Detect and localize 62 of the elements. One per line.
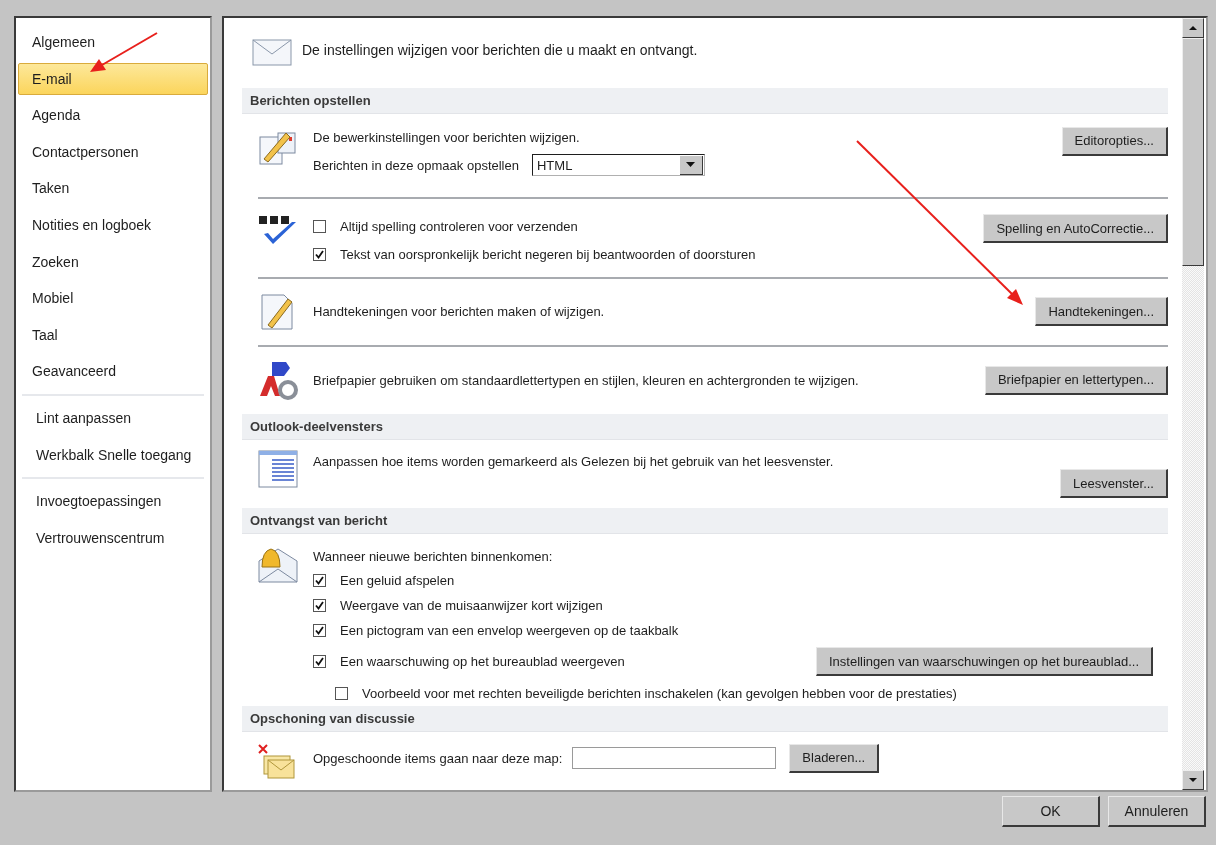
scroll-thumb[interactable]	[1182, 38, 1204, 266]
options-button[interactable]: Spelling en AutoCorrectie...	[983, 214, 1168, 244]
options-button[interactable]: Editoropties...	[1061, 126, 1168, 156]
folder-label: Opgeschoonde items gaan naar deze map:	[313, 750, 563, 766]
checkbox-label: Voorbeeld voor met rechten beveiligde berichten inschakelen (kan gevolgen hebben voor de prestaties)	[362, 685, 957, 701]
checkbox-label: Een geluid afspelen	[340, 572, 455, 588]
checkbox[interactable]	[313, 655, 326, 669]
sidebar-item[interactable]: Taal	[18, 318, 208, 351]
description-text: Aanpassen hoe items worden gemarkeerd als Gelezen bij het gebruik van het leesvenster.	[313, 453, 834, 469]
sidebar-item[interactable]: Zoeken	[18, 245, 208, 278]
sidebar-item[interactable]: Algemeen	[18, 26, 208, 58]
format-dropdown[interactable]: HTML	[531, 154, 705, 177]
up-arrow-icon	[1189, 26, 1197, 30]
description-text: Wanneer nieuwe berichten binnenkomen:	[313, 548, 553, 564]
checkbox-label: Tekst van oorspronkelijk bericht negeren bij beantwoorden of doorsturen	[340, 246, 756, 262]
dialog-button[interactable]: OK	[1002, 796, 1100, 827]
reading-pane-icon	[258, 450, 298, 489]
bell-envelope-icon	[258, 545, 298, 584]
checkbox[interactable]	[313, 219, 326, 233]
sidebar-item[interactable]: Notities en logboek	[18, 208, 208, 241]
checkbox[interactable]	[313, 247, 326, 261]
checkbox-label: Een pictogram van een envelop weergeven op de taakbalk	[340, 622, 679, 638]
scrollbar[interactable]	[1182, 18, 1204, 790]
checkbox[interactable]	[313, 598, 326, 612]
sidebar-item[interactable]: Invoegtoepassingen	[22, 485, 204, 518]
folder-input[interactable]	[572, 747, 777, 770]
sidebar-item[interactable]: Mobiel	[18, 282, 208, 315]
font-styles-icon	[258, 360, 298, 401]
checkbox[interactable]	[313, 573, 326, 587]
sidebar-item[interactable]: Lint aanpassen	[22, 401, 204, 434]
dropdown-arrow-icon	[686, 162, 696, 168]
scroll-down-button[interactable]	[1182, 770, 1204, 790]
options-button[interactable]: Briefpapier en lettertypen...	[984, 365, 1168, 395]
checkbox[interactable]	[313, 623, 326, 637]
format-label: Berichten in deze opmaak opstellen	[313, 157, 519, 173]
section-header: Outlook-deelvensters	[242, 414, 1168, 441]
sidebar-item[interactable]: Werkbalk Snelle toegang	[22, 438, 204, 471]
down-arrow-icon	[1189, 778, 1197, 782]
browse-button[interactable]: Bladeren...	[789, 743, 880, 773]
section-header: Opschoning van discussie	[242, 705, 1168, 732]
sidebar-item[interactable]: Contactpersonen	[18, 135, 208, 168]
checkbox[interactable]	[335, 686, 348, 700]
envelope-stack-icon	[258, 743, 298, 782]
sidebar-item[interactable]: Taken	[18, 172, 208, 205]
options-button[interactable]: Leesvenster...	[1060, 469, 1168, 499]
intro-text: De instellingen wijzigen voor berichten die u maakt en ontvangt.	[302, 41, 698, 58]
sidebar-item[interactable]: E-mail	[18, 62, 208, 95]
options-button[interactable]: Handtekeningen...	[1035, 297, 1168, 327]
description-text: Briefpapier gebruiken om standaardlettertypen en stijlen, kleuren en achtergronden te wijzigen.	[313, 372, 859, 388]
dialog-button[interactable]: Annuleren	[1108, 796, 1206, 827]
checkbox-label: Altijd spelling controleren voor verzenden	[340, 218, 578, 234]
description-text: Handtekeningen voor berichten maken of wijzigen.	[313, 304, 605, 320]
checkbox-label: Weergave van de muisaanwijzer kort wijzigen	[340, 597, 603, 613]
settings-button[interactable]: Instellingen van waarschuwingen op het bureaublad...	[815, 647, 1153, 677]
scroll-up-button[interactable]	[1182, 18, 1204, 38]
section-header: Ontvangst van bericht	[242, 508, 1168, 535]
description-text: De bewerkinstellingen voor berichten wijzigen.	[313, 130, 580, 146]
section-header: Berichten opstellen	[242, 87, 1168, 114]
checkbox-label: Een waarschuwing op het bureaublad weergeven	[340, 654, 625, 670]
sidebar-item[interactable]: Agenda	[18, 99, 208, 132]
sidebar-item[interactable]: Vertrouwenscentrum	[22, 521, 204, 554]
sidebar-item[interactable]: Geavanceerd	[18, 355, 208, 388]
